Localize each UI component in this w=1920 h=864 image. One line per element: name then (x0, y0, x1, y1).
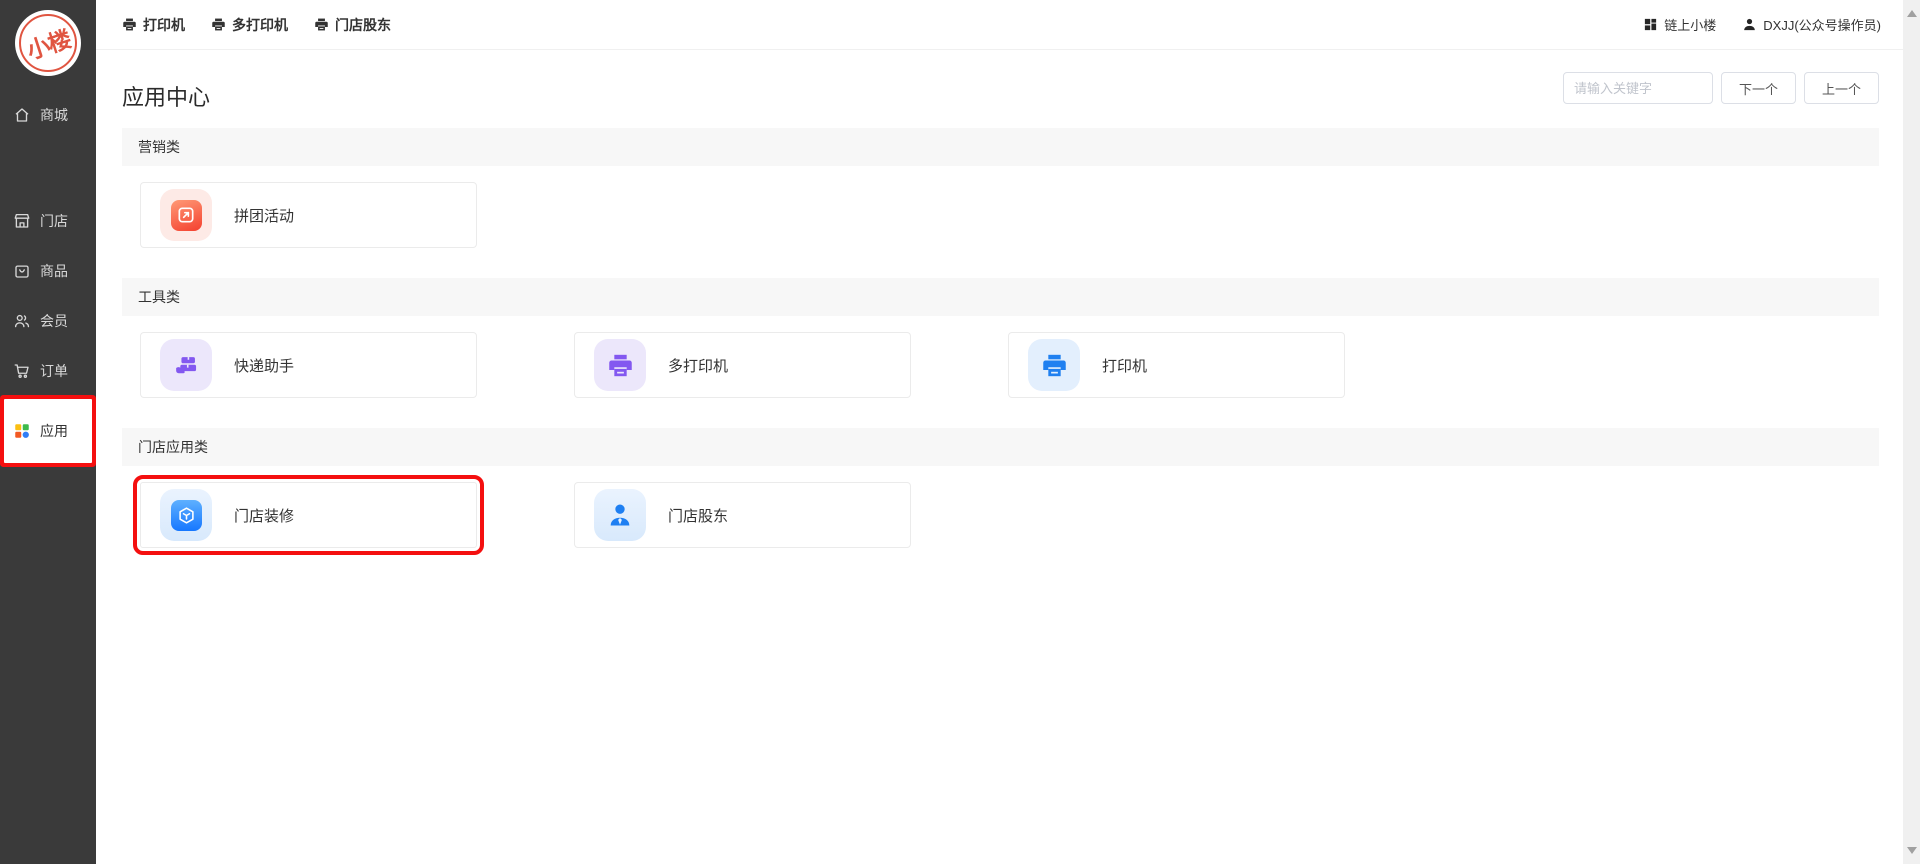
app-card-express-helper[interactable]: 快递助手 (140, 332, 477, 398)
app-center-content: 应用中心 下一个 上一个 营销类 拼团活动 (96, 50, 1903, 864)
sidebar-item-label: 订单 (40, 361, 68, 381)
topbar: 打印机 多打印机 门店股东 链上小楼 DXJJ(公众号操作员) (96, 0, 1903, 50)
scrollbar-down-arrow[interactable] (1907, 847, 1917, 854)
user-name: DXJJ(公众号操作员) (1763, 15, 1881, 34)
apps-icon (13, 422, 31, 440)
workspace-switcher[interactable]: 链上小楼 (1643, 15, 1716, 34)
user-icon (1742, 17, 1757, 32)
app-card-store-shareholder[interactable]: 门店股东 (574, 482, 911, 548)
prev-button[interactable]: 上一个 (1804, 72, 1879, 104)
sidebar-item-apps[interactable]: 应用 (4, 399, 92, 463)
group-buy-icon (160, 189, 212, 241)
orders-icon (13, 362, 31, 380)
section-title: 营销类 (122, 128, 1879, 166)
sidebar-item-label: 商品 (40, 261, 68, 281)
search-controls: 下一个 上一个 (1563, 72, 1879, 104)
sidebar-item-store[interactable]: 门店 (0, 196, 96, 246)
store-icon (13, 212, 31, 230)
scrollbar-up-arrow[interactable] (1907, 10, 1917, 17)
section-tools: 工具类 快递助手 多打印机 (122, 278, 1879, 428)
printer-icon (122, 17, 137, 32)
app-card-group-buy[interactable]: 拼团活动 (140, 182, 477, 248)
page-scrollbar[interactable] (1903, 0, 1920, 864)
section-store-apps: 门店应用类 门店装修 门店股东 (122, 428, 1879, 578)
express-helper-icon (160, 339, 212, 391)
section-title: 门店应用类 (122, 428, 1879, 466)
goods-icon (13, 262, 31, 280)
app-name: 门店装修 (234, 505, 294, 526)
app-name: 多打印机 (668, 355, 728, 376)
sidebar-item-goods[interactable]: 商品 (0, 246, 96, 296)
section-title: 工具类 (122, 278, 1879, 316)
cards-row: 快递助手 多打印机 打印机 (122, 316, 1879, 428)
sidebar-item-label: 门店 (40, 211, 68, 231)
quick-tab-printer[interactable]: 打印机 (122, 15, 185, 35)
cards-row: 拼团活动 (122, 166, 1879, 278)
multi-printer-icon (594, 339, 646, 391)
page-title: 应用中心 (122, 80, 210, 112)
sidebar-nav: 商城 门店 商品 会员 订单 应用 (0, 90, 96, 463)
store-decor-icon (160, 489, 212, 541)
user-menu[interactable]: DXJJ(公众号操作员) (1742, 15, 1881, 34)
quick-tab-multi-printer[interactable]: 多打印机 (211, 15, 288, 35)
quick-tab-label: 打印机 (143, 15, 185, 35)
app-card-printer[interactable]: 打印机 (1008, 332, 1345, 398)
app-name: 打印机 (1102, 355, 1147, 376)
sidebar-spacer (0, 140, 96, 196)
store-shareholder-icon (594, 489, 646, 541)
app-name: 快递助手 (234, 355, 294, 376)
quick-tab-store-shareholder[interactable]: 门店股东 (314, 15, 391, 35)
printer-icon (211, 17, 226, 32)
sidebar-item-label: 应用 (40, 421, 68, 441)
next-button[interactable]: 下一个 (1721, 72, 1796, 104)
app-card-multi-printer[interactable]: 多打印机 (574, 332, 911, 398)
main-area: 打印机 多打印机 门店股东 链上小楼 DXJJ(公众号操作员) 应用中心 (96, 0, 1903, 864)
workspace-name: 链上小楼 (1664, 15, 1716, 34)
topbar-quick-tabs: 打印机 多打印机 门店股东 (122, 15, 391, 35)
search-input[interactable] (1563, 72, 1713, 104)
sidebar-item-label: 会员 (40, 311, 68, 331)
cards-row: 门店装修 门店股东 (122, 466, 1879, 578)
topbar-right: 链上小楼 DXJJ(公众号操作员) (1643, 15, 1881, 34)
app-name: 拼团活动 (234, 205, 294, 226)
sidebar-item-mall[interactable]: 商城 (0, 90, 96, 140)
quick-tab-label: 多打印机 (232, 15, 288, 35)
printer-icon (1028, 339, 1080, 391)
brand-logo[interactable]: 小楼 (15, 10, 81, 76)
sidebar-item-orders[interactable]: 订单 (0, 346, 96, 396)
members-icon (13, 312, 31, 330)
sidebar-item-members[interactable]: 会员 (0, 296, 96, 346)
grid-icon (1643, 17, 1658, 32)
quick-tab-label: 门店股东 (335, 15, 391, 35)
app-card-store-decor[interactable]: 门店装修 (140, 482, 477, 548)
brand-logo-text: 小楼 (22, 20, 74, 66)
page-header: 应用中心 下一个 上一个 (122, 72, 1879, 112)
sidebar-item-label: 商城 (40, 105, 68, 125)
app-name: 门店股东 (668, 505, 728, 526)
section-marketing: 营销类 拼团活动 (122, 128, 1879, 278)
printer-icon (314, 17, 329, 32)
sidebar: 小楼 商城 门店 商品 会员 订单 应用 (0, 0, 96, 864)
home-icon (13, 106, 31, 124)
